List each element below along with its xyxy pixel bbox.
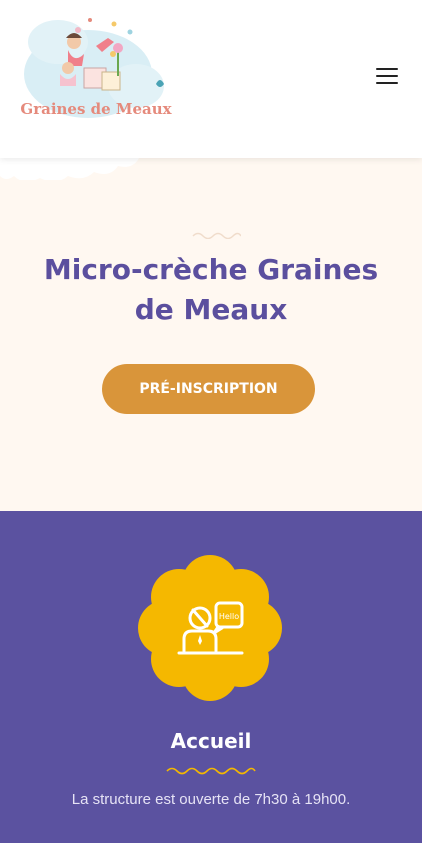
accueil-section: Hello Accueil La structure est ouverte d… xyxy=(0,511,422,843)
hello-bubble-text: Hello xyxy=(219,612,239,621)
reception-hello-icon: Hello xyxy=(138,555,282,701)
pre-inscription-button[interactable]: PRÉ-INSCRIPTION xyxy=(102,364,315,414)
opening-hours-text: La structure est ouverte de 7h30 à 19h00… xyxy=(71,791,351,808)
wave-decoration-icon xyxy=(192,232,241,239)
wave-underline-icon xyxy=(166,767,256,775)
cloud-decoration xyxy=(0,158,139,180)
site-header: Graines de Meaux xyxy=(0,0,422,158)
site-logo[interactable]: Graines de Meaux xyxy=(18,12,174,132)
accueil-title: Accueil xyxy=(170,729,252,753)
logo-text: Graines de Meaux xyxy=(20,100,172,118)
hero-section: Micro-crèche Graines de Meaux PRÉ-INSCRI… xyxy=(0,158,422,511)
page-title: Micro-crèche Graines de Meaux xyxy=(43,253,379,326)
hamburger-menu-icon[interactable] xyxy=(376,68,398,86)
